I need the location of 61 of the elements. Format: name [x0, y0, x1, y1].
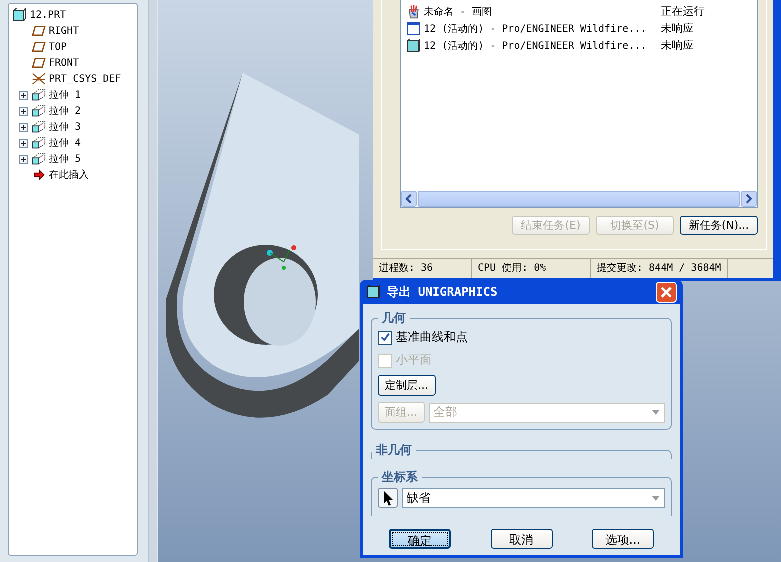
section-legend: 坐标系 — [378, 469, 422, 486]
tree-item[interactable]: FRONT — [49, 58, 80, 68]
custom-layers-button[interactable]: 定制层... — [378, 375, 436, 396]
dialog-title: 导出 UNIGRAPHICS — [387, 284, 499, 300]
extrude-feature-icon — [32, 152, 46, 166]
task-row[interactable]: 12 (活动的) - Pro/ENGINEER Wildfire... 未响应 — [407, 20, 757, 37]
status-text: 进程数: 36 — [373, 259, 472, 278]
part-cube-icon — [13, 8, 27, 22]
pointer-icon[interactable] — [378, 488, 398, 508]
expand-toggle-icon[interactable] — [19, 154, 28, 164]
scroll-right-icon[interactable] — [741, 191, 757, 207]
scroll-left-icon[interactable] — [401, 191, 417, 207]
task-status: 正在运行 — [661, 4, 705, 19]
tree-item[interactable]: PRT_CSYS_DEF — [49, 74, 122, 84]
status-text: 提交更改: 844M / 3684M — [591, 259, 728, 278]
tree-item[interactable]: 拉伸 5 — [49, 152, 82, 166]
task-row[interactable]: 12 (活动的) - Pro/ENGINEER Wildfire... 未响应 — [407, 37, 757, 54]
expand-toggle-icon[interactable] — [19, 138, 28, 148]
tree-item[interactable]: 在此插入 — [49, 168, 89, 182]
datum-plane-icon — [32, 24, 46, 38]
dialog-button[interactable]: 取消 — [490, 529, 552, 549]
expand-toggle-icon[interactable] — [19, 90, 28, 100]
part-cube-icon — [407, 38, 421, 52]
paint-jar-icon — [407, 4, 421, 18]
checkbox[interactable] — [378, 330, 392, 344]
expand-toggle-icon[interactable] — [19, 122, 28, 132]
task-name: 12 (活动的) - Pro/ENGINEER Wildfire... — [424, 22, 648, 36]
csys-dropdown[interactable]: 缺省 — [402, 488, 665, 508]
insert-arrow-icon — [32, 168, 46, 182]
extrude-feature-icon — [32, 88, 46, 102]
section-legend: 几何 — [378, 310, 410, 327]
section-legend: 非几何 — [372, 442, 416, 459]
checkbox-label: 小平面 — [396, 352, 432, 369]
dialog-button[interactable]: 选项... — [592, 529, 654, 549]
status-text: CPU 使用: 0% — [472, 259, 591, 278]
extrude-feature-icon — [32, 136, 46, 150]
task-status: 未响应 — [661, 38, 694, 53]
dropdown-caret-icon — [652, 410, 660, 415]
extrude-feature-icon — [32, 120, 46, 134]
tree-item[interactable]: 拉伸 1 — [49, 88, 82, 102]
tree-item[interactable]: RIGHT — [49, 26, 80, 36]
datum-plane-icon — [32, 56, 46, 70]
task-status: 未响应 — [661, 21, 694, 36]
coordinate-system-icon — [32, 72, 46, 86]
datum-plane-icon — [32, 40, 46, 54]
window-icon — [407, 22, 421, 36]
tree-item[interactable]: 拉伸 4 — [49, 136, 82, 150]
expand-toggle-icon[interactable] — [19, 106, 28, 116]
task-name: 12 (活动的) - Pro/ENGINEER Wildfire... — [424, 40, 648, 52]
task-name: 未命名 - 画图 — [424, 6, 494, 18]
tree-item[interactable]: TOP — [49, 42, 68, 52]
task-button[interactable]: 新任务(N)... — [680, 216, 758, 235]
extrude-feature-icon — [32, 104, 46, 118]
tree-item[interactable]: 拉伸 3 — [49, 120, 82, 134]
dropdown-caret-icon — [652, 496, 660, 500]
close-icon[interactable] — [656, 282, 677, 302]
tree-item[interactable]: 拉伸 2 — [49, 104, 82, 118]
task-row[interactable]: 未命名 - 画图 正在运行 — [407, 3, 757, 20]
tree-item[interactable]: 12.PRT — [30, 10, 66, 20]
checkbox-label: 基准曲线和点 — [396, 329, 468, 346]
cube-icon — [367, 285, 381, 299]
